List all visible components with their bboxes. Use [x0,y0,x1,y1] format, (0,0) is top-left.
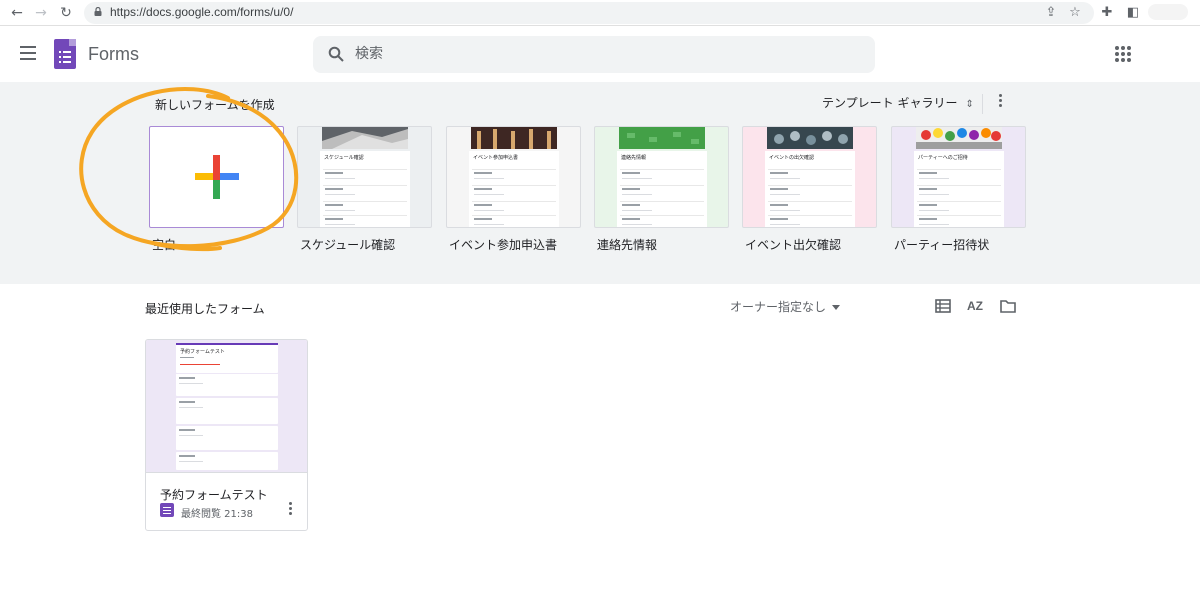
template-label[interactable]: 連絡先情報 [597,236,657,253]
forward-arrow-icon[interactable]: → [32,4,50,22]
template-header-image [916,127,1002,149]
owner-filter-label: オーナー指定なし [730,300,827,314]
template-party-invite[interactable]: パーティーへのご招待 [891,126,1026,228]
share-icon[interactable]: ⇪ [1042,4,1060,22]
template-gallery-label: テンプレート ギャラリー [822,96,958,110]
folder-icon[interactable] [999,297,1017,315]
template-preview: 連絡先情報 [617,151,707,227]
back-arrow-icon[interactable]: ← [8,4,26,22]
profile-avatar[interactable] [1148,4,1188,20]
template-doc-title: イベントの出欠確認 [769,155,815,161]
template-doc-title: パーティーへのご招待 [918,155,968,161]
list-view-icon[interactable] [934,297,952,315]
more-vert-icon[interactable] [990,94,1010,114]
owner-filter-dropdown[interactable]: オーナー指定なし [730,298,841,315]
section-title-recent: 最近使用したフォーム [145,302,265,316]
extensions-puzzle-icon[interactable]: ✚ [1098,4,1116,22]
search-input[interactable] [355,43,855,65]
template-label[interactable]: パーティー招待状 [894,236,989,253]
template-event-rsvp[interactable]: イベントの出欠確認 [742,126,877,228]
thumbnail-title: 予約フォームテスト [180,349,225,355]
reload-icon[interactable]: ↻ [57,4,75,22]
template-header-image [471,127,557,149]
template-gallery-section: 新しいフォームを作成 テンプレート ギャラリー ⇕ 空白 スケジュール確認 スケジ… [0,82,1200,284]
forms-logo-icon[interactable] [54,39,76,69]
main-menu-icon[interactable] [20,46,36,60]
template-event-registration[interactable]: イベント参加申込書 [446,126,581,228]
search-box[interactable] [313,36,875,73]
template-preview: スケジュール確認 [320,151,410,227]
app-header: Forms [0,27,1200,82]
template-blank[interactable] [149,126,284,228]
url-text: https://docs.google.com/forms/u/0/ [110,5,294,19]
dropdown-caret-icon [832,305,841,310]
lock-icon [94,7,102,16]
template-label[interactable]: 空白 [152,236,176,253]
template-doc-title: スケジュール確認 [324,155,364,161]
template-preview: イベント参加申込書 [469,151,559,227]
template-preview: パーティーへのご招待 [914,151,1004,227]
unfold-icon: ⇕ [965,99,974,110]
plus-icon-center [213,173,220,180]
app-title[interactable]: Forms [88,44,139,65]
browser-toolbar: ← → ↻ https://docs.google.com/forms/u/0/… [0,0,1200,26]
address-bar[interactable]: https://docs.google.com/forms/u/0/ ⇪ ☆ [84,2,1094,24]
form-name: 予約フォームテスト [160,488,268,502]
template-doc-title: 連絡先情報 [621,155,647,161]
template-label[interactable]: イベント出欠確認 [745,236,841,253]
search-icon[interactable] [328,46,344,62]
template-label[interactable]: スケジュール確認 [300,236,395,253]
template-header-image [619,127,705,149]
template-contact-info[interactable]: 連絡先情報 [594,126,729,228]
divider [982,94,983,114]
bookmark-star-icon[interactable]: ☆ [1066,4,1084,22]
template-gallery-button[interactable]: テンプレート ギャラリー ⇕ [822,94,974,111]
sort-az-icon[interactable]: AZ [966,297,984,315]
template-label[interactable]: イベント参加申込書 [449,236,557,253]
template-doc-title: イベント参加申込書 [473,155,519,161]
form-thumbnail: 予約フォームテスト [146,340,307,473]
template-schedule[interactable]: スケジュール確認 [297,126,432,228]
side-panel-icon[interactable]: ◧ [1124,4,1142,22]
template-header-image [322,127,408,149]
last-opened: 最終閲覧 21:38 [181,509,253,520]
section-title-new-form: 新しいフォームを作成 [155,98,275,112]
template-header-image [767,127,853,149]
google-apps-icon[interactable] [1115,46,1131,62]
template-preview: イベントの出欠確認 [765,151,855,227]
forms-file-icon [160,503,174,517]
more-vert-icon[interactable] [283,502,297,518]
